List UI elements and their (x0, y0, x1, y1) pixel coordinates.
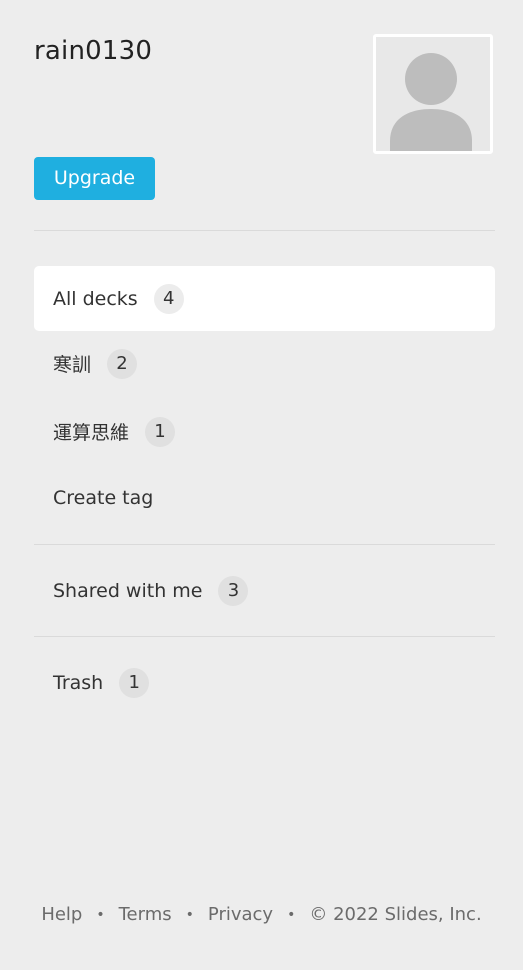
count-badge: 2 (107, 348, 138, 379)
count-badge: 4 (153, 283, 184, 314)
nav-item-label: Trash (53, 671, 104, 694)
terms-link[interactable]: Terms (119, 904, 172, 925)
copyright-text: © 2022 Slides, Inc. (309, 904, 482, 925)
nav-item-shared-with-me[interactable]: Shared with me 3 (34, 558, 495, 623)
count-badge: 1 (119, 667, 150, 698)
count-badge: 1 (145, 416, 176, 447)
nav-item-label: 寒訓 (53, 354, 92, 376)
create-tag-label: Create tag (53, 486, 154, 509)
divider (34, 544, 495, 545)
separator-dot: • (287, 906, 296, 923)
separator-dot: • (185, 906, 194, 923)
user-silhouette-icon (376, 37, 490, 151)
help-link[interactable]: Help (41, 904, 82, 925)
nav-item-label: 運算思維 (53, 422, 130, 444)
divider (34, 636, 495, 637)
nav-item-tag-computational-thinking[interactable]: 運算思維 1 (34, 399, 495, 464)
user-avatar[interactable] (373, 34, 493, 154)
footer: Help • Terms • Privacy • © 2022 Slides, … (0, 904, 523, 925)
username: rain0130 (34, 36, 153, 66)
divider (34, 230, 495, 231)
account-sidebar: rain0130 Upgrade All decks 4 寒訓 2 運算思維 1… (0, 0, 523, 970)
nav-item-trash[interactable]: Trash 1 (34, 650, 495, 715)
nav-item-label: All decks (53, 287, 138, 310)
nav-item-all-decks[interactable]: All decks 4 (34, 266, 495, 331)
nav-item-label: Shared with me (53, 579, 203, 602)
create-tag-link[interactable]: Create tag (34, 465, 495, 530)
privacy-link[interactable]: Privacy (208, 904, 273, 925)
separator-dot: • (96, 906, 105, 923)
count-badge: 3 (218, 575, 249, 606)
upgrade-button[interactable]: Upgrade (34, 157, 155, 200)
nav-item-tag-winter-training[interactable]: 寒訓 2 (34, 331, 495, 396)
